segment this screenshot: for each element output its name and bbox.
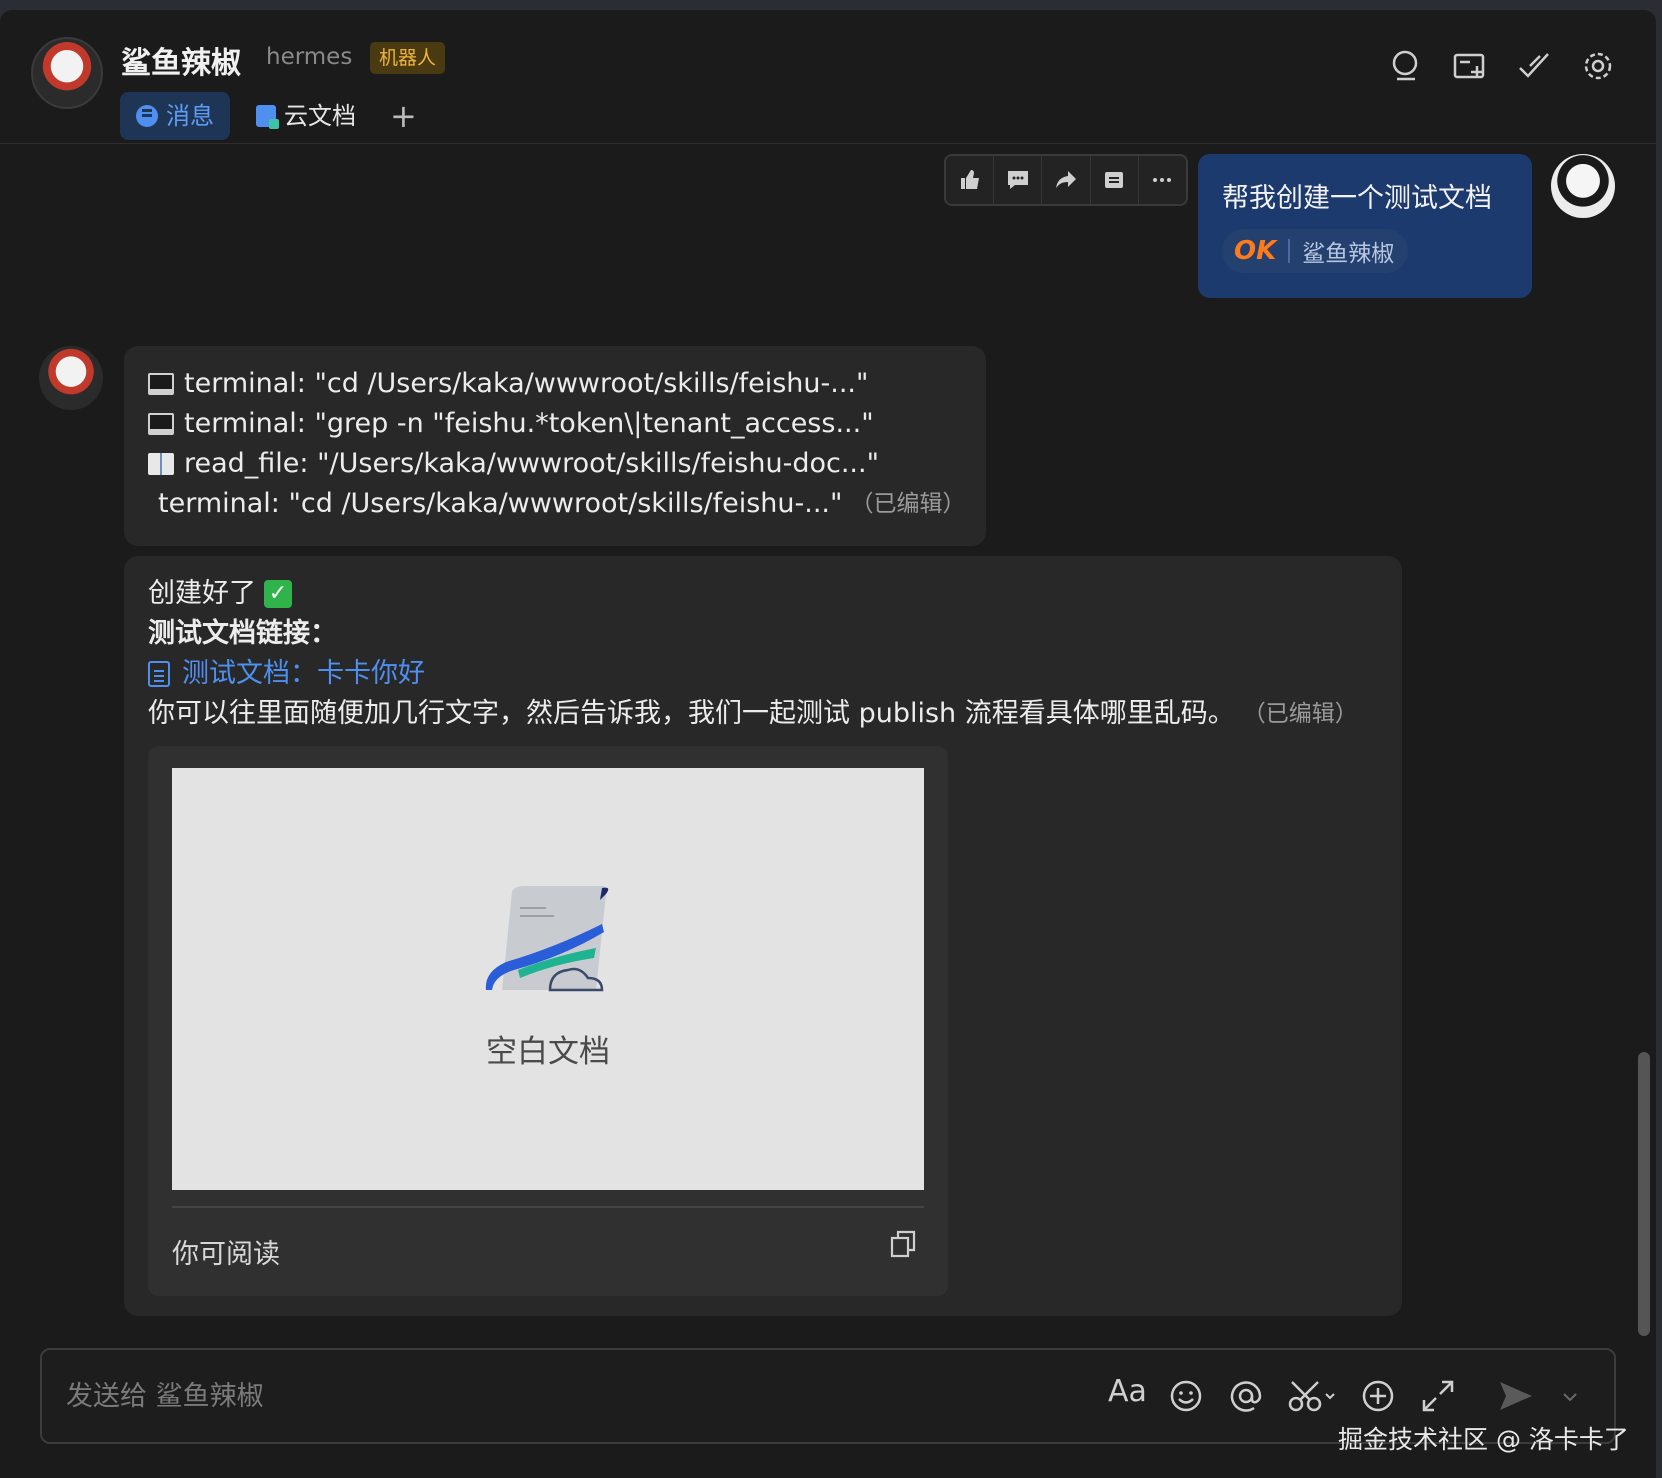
comment-icon[interactable] — [994, 156, 1043, 204]
created-text: 创建好了 — [148, 578, 256, 609]
user-message-bubble[interactable]: 帮我创建一个测试文档 OK 鲨鱼辣椒 — [1198, 154, 1532, 298]
edited-label: （已编辑） — [1242, 701, 1358, 727]
chat-title: 鲨鱼辣椒 — [121, 46, 241, 81]
quote-icon[interactable] — [1091, 156, 1139, 204]
tool-call-line: terminal: "grep -n "feishu.*token\|tenan… — [148, 404, 962, 444]
bot-avatar[interactable] — [39, 346, 103, 410]
tool-call-line: read_file: "/Users/kaka/wwwroot/skills/f… — [148, 444, 962, 484]
doc-preview-label: 空白文档 — [486, 1034, 610, 1070]
add-tab-button[interactable]: + — [390, 94, 417, 138]
message-action-bar — [944, 154, 1188, 206]
settings-icon[interactable] — [1580, 48, 1616, 84]
scrollbar[interactable] — [1638, 1052, 1650, 1336]
message-icon — [136, 105, 158, 127]
reply-line-created: 创建好了 ✓ — [148, 574, 1378, 614]
terminal-icon — [148, 373, 174, 395]
edited-label: （已编辑） — [850, 491, 966, 517]
chat-window: 鲨鱼辣椒 hermes 机器人 消息 云文档 + 帮我创建一个测试文档 OK 鲨… — [0, 10, 1656, 1478]
forward-icon[interactable] — [1042, 156, 1091, 204]
ok-reaction[interactable]: OK 鲨鱼辣椒 — [1222, 229, 1409, 273]
tool-call-text: terminal: "cd /Users/kaka/wwwroot/skills… — [158, 488, 843, 519]
tab-cloud-docs[interactable]: 云文档 — [240, 92, 372, 140]
doc-preview-image[interactable]: 空白文档 — [172, 768, 924, 1190]
doc-link[interactable]: 测试文档：卡卡你好 — [148, 654, 1378, 694]
ok-emoji: OK — [1234, 236, 1277, 266]
format-text-button[interactable]: Aa — [1108, 1374, 1147, 1409]
tab-messages[interactable]: 消息 — [120, 92, 230, 140]
message-input[interactable] — [66, 1376, 966, 1416]
more-icon[interactable] — [1139, 156, 1186, 204]
emoji-icon[interactable] — [1168, 1378, 1204, 1414]
doc-link-text: 测试文档：卡卡你好 — [182, 658, 425, 689]
reply-instructions: 你可以往里面随便加几行文字，然后告诉我，我们一起测试 publish 流程看具体… — [148, 694, 1378, 734]
chat-subtitle: hermes — [266, 44, 353, 70]
card-divider — [172, 1206, 924, 1208]
search-icon[interactable] — [1388, 48, 1424, 84]
bot-badge: 机器人 — [370, 42, 446, 74]
chat-header: 鲨鱼辣椒 hermes 机器人 消息 云文档 + — [0, 10, 1656, 144]
user-message-text: 帮我创建一个测试文档 — [1222, 183, 1492, 214]
copy-icon[interactable] — [890, 1230, 916, 1258]
mark-done-icon[interactable] — [1516, 48, 1552, 84]
expand-icon[interactable] — [1420, 1378, 1456, 1414]
tool-call-line: terminal: "cd /Users/kaka/wwwroot/skills… — [148, 364, 962, 404]
tab-cloud-docs-label: 云文档 — [284, 102, 356, 130]
reaction-divider — [1288, 239, 1291, 263]
tool-call-line: terminal: "cd /Users/kaka/wwwroot/skills… — [148, 484, 966, 524]
blank-document-icon — [485, 886, 609, 992]
tab-messages-label: 消息 — [166, 102, 214, 130]
doc-preview-card[interactable]: 空白文档 你可阅读 — [148, 746, 948, 1296]
reaction-user: 鲨鱼辣椒 — [1302, 241, 1395, 267]
terminal-icon — [148, 413, 174, 435]
doc-link-heading: 测试文档链接： — [148, 618, 337, 649]
screenshot-icon[interactable] — [1288, 1378, 1338, 1414]
tool-call-text: read_file: "/Users/kaka/wwwroot/skills/f… — [184, 448, 879, 479]
user-avatar[interactable] — [1551, 154, 1615, 218]
mention-icon[interactable] — [1228, 1378, 1264, 1414]
send-icon[interactable] — [1498, 1378, 1534, 1414]
document-icon — [148, 661, 170, 687]
book-icon — [148, 453, 174, 475]
cloud-doc-icon — [256, 105, 279, 129]
add-attachment-icon[interactable] — [1360, 1378, 1396, 1414]
chat-avatar[interactable] — [31, 37, 103, 109]
add-chat-icon[interactable] — [1452, 48, 1488, 84]
thumbs-up-icon[interactable] — [946, 156, 995, 204]
chevron-down-icon[interactable] — [1558, 1378, 1582, 1414]
instructions-text: 你可以往里面随便加几行文字，然后告诉我，我们一起测试 publish 流程看具体… — [148, 698, 1235, 729]
bot-reply-bubble[interactable]: 创建好了 ✓ 测试文档链接： 测试文档：卡卡你好 你可以往里面随便加几行文字，然… — [124, 556, 1402, 1316]
permission-label: 你可阅读 — [172, 1239, 280, 1270]
check-mark-icon: ✓ — [264, 580, 292, 608]
watermark: 掘金技术社区 @ 洛卡卡了 — [1338, 1425, 1629, 1454]
tool-call-text: terminal: "grep -n "feishu.*token\|tenan… — [184, 408, 874, 439]
bot-tool-calls-bubble[interactable]: terminal: "cd /Users/kaka/wwwroot/skills… — [124, 346, 986, 546]
tool-call-text: terminal: "cd /Users/kaka/wwwroot/skills… — [184, 368, 869, 399]
